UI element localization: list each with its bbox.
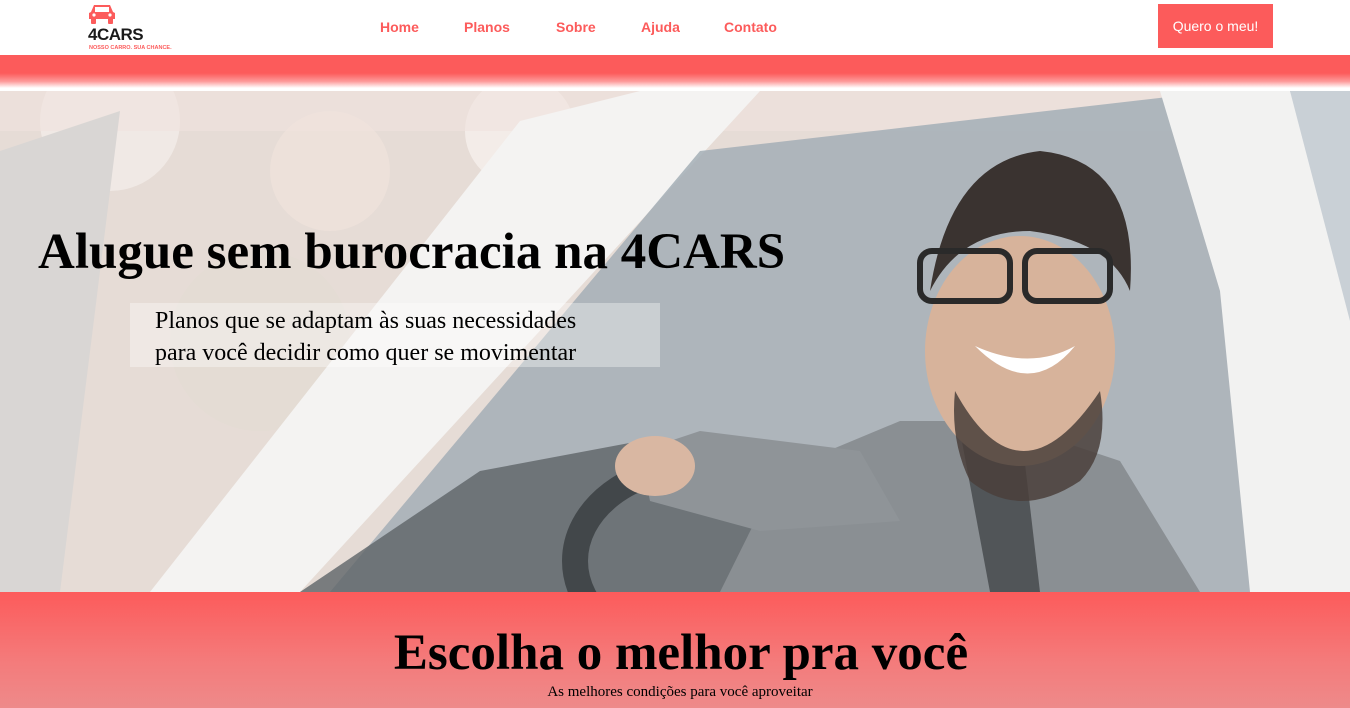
nav-contato[interactable]: Contato [724, 19, 777, 35]
nav-sobre[interactable]: Sobre [556, 19, 596, 35]
logo[interactable]: 4CARS NOSSO CARRO. SUA CHANCE. [88, 3, 184, 53]
hero-banner: Alugue sem burocracia na 4CARS Planos qu… [0, 91, 1350, 592]
logo-tagline: NOSSO CARRO. SUA CHANCE. [89, 45, 172, 51]
hero-subtitle-line-1: Planos que se adaptam às suas necessidad… [155, 308, 577, 334]
hero-subtitle-line-2: para você decidir como quer se movimenta… [155, 340, 577, 366]
plans-title: Escolha o melhor pra você [393, 625, 969, 681]
hero-title: Alugue sem burocracia na 4CARS [38, 224, 786, 280]
site-header: 4CARS NOSSO CARRO. SUA CHANCE. Home Plan… [0, 0, 1350, 55]
hero-subtitle: Planos que se adaptam às suas necessidad… [155, 305, 576, 369]
plans-subtitle: As melhores condições para você aproveit… [547, 684, 813, 700]
car-icon [89, 5, 115, 24]
quero-o-meu-button[interactable]: Quero o meu! [1158, 4, 1273, 48]
logo-name: 4CARS [88, 25, 144, 44]
nav-ajuda[interactable]: Ajuda [641, 19, 680, 35]
nav-planos[interactable]: Planos [464, 19, 510, 35]
plans-section: Escolha o melhor pra você As melhores co… [0, 592, 1350, 708]
nav-home[interactable]: Home [380, 19, 419, 35]
header-divider-band [0, 55, 1350, 88]
